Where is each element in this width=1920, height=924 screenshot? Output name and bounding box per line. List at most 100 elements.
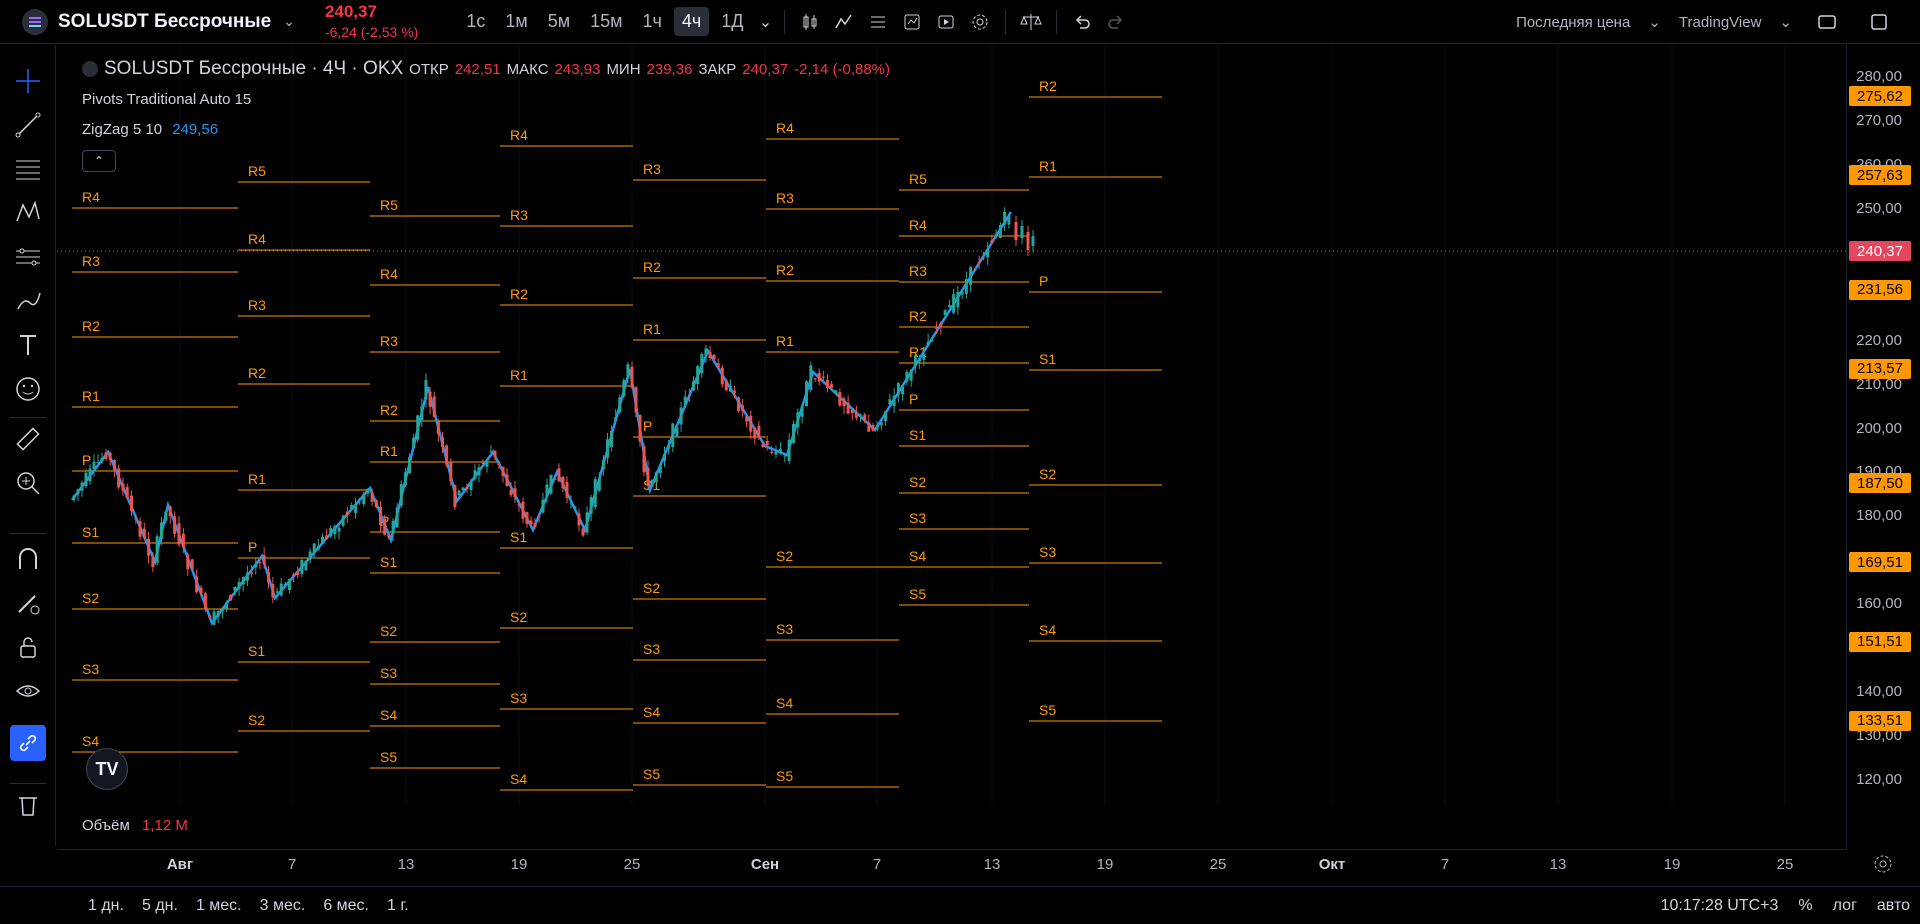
interval-5m[interactable]: 5м xyxy=(540,7,578,36)
interval-1d[interactable]: 1Д xyxy=(713,7,751,36)
candle-body xyxy=(939,323,943,328)
interval-1s[interactable]: 1с xyxy=(458,7,493,36)
price-axis[interactable]: 280,00270,00260,00250,00220,00210,00200,… xyxy=(1846,45,1920,850)
close-label: ЗАКР xyxy=(698,60,737,78)
pattern-icon[interactable] xyxy=(14,199,42,227)
range-3m[interactable]: 3 мес. xyxy=(260,897,306,915)
divider xyxy=(10,533,46,534)
scales-icon[interactable] xyxy=(1014,5,1048,39)
crosshair-icon[interactable] xyxy=(14,67,42,95)
brush-icon[interactable] xyxy=(14,287,42,315)
candle-body xyxy=(325,535,329,540)
price-chart[interactable]: R4 R3 R2 R1 P S1 S2 S3 S4 R5 R4 R3 R2 R1 P S1 S2 R5 R4 R3 R2… xyxy=(57,45,1846,805)
magnet-icon[interactable] xyxy=(14,545,42,573)
candle-body xyxy=(203,593,207,610)
candle-body xyxy=(720,367,724,385)
clock[interactable]: 10:17:28 UTC+3 xyxy=(1661,897,1779,915)
volume-label: Объём xyxy=(82,817,130,834)
pivot-label: R1 xyxy=(643,321,661,337)
time-tick: 25 xyxy=(623,856,641,873)
interval-15m[interactable]: 15м xyxy=(582,7,630,36)
alert-icon[interactable] xyxy=(895,5,929,39)
range-1m[interactable]: 1 мес. xyxy=(196,897,242,915)
candle-body xyxy=(817,372,821,382)
interval-1h[interactable]: 1ч xyxy=(635,7,670,36)
replay-icon[interactable] xyxy=(929,5,963,39)
pivot-label: R3 xyxy=(776,190,794,206)
zoom-in-icon[interactable] xyxy=(14,469,42,497)
undo-icon[interactable] xyxy=(1065,5,1099,39)
ruler-icon[interactable] xyxy=(14,425,42,453)
emoji-icon[interactable] xyxy=(14,375,42,403)
axis-settings-icon[interactable] xyxy=(1872,853,1894,875)
candle-body xyxy=(892,395,896,407)
percent-toggle[interactable]: % xyxy=(1798,897,1812,915)
gear-icon[interactable] xyxy=(963,5,997,39)
text-icon[interactable] xyxy=(14,331,42,359)
time-axis[interactable]: Авг 7 13 19 25 Сен 7 13 19 25 Окт 7 13 19 25 xyxy=(57,849,1846,879)
candle-body xyxy=(181,533,185,548)
range-5d[interactable]: 5 дн. xyxy=(142,897,178,915)
range-1y[interactable]: 1 г. xyxy=(387,897,409,915)
indicators-icon[interactable] xyxy=(827,5,861,39)
candle-body xyxy=(863,414,867,421)
projection-icon[interactable] xyxy=(14,243,42,271)
lock-icon[interactable] xyxy=(14,633,42,661)
pivots-indicator-label[interactable]: Pivots Traditional Auto 15 xyxy=(82,91,251,108)
interval-4h[interactable]: 4ч xyxy=(673,7,710,36)
high-label: МАКС xyxy=(506,60,549,78)
range-6m[interactable]: 6 мес. xyxy=(323,897,369,915)
pencil-lock-icon[interactable] xyxy=(14,589,42,617)
eye-icon[interactable] xyxy=(14,677,42,705)
candle-body xyxy=(493,450,497,457)
time-tick: Сен xyxy=(750,856,780,873)
time-tick: 19 xyxy=(1096,856,1114,873)
candle-body xyxy=(545,484,549,496)
range-1d[interactable]: 1 дн. xyxy=(88,897,124,915)
chevron-down-icon[interactable]: ⌄ xyxy=(1648,13,1661,31)
fib-icon[interactable] xyxy=(14,155,42,183)
candle-body xyxy=(254,564,258,568)
candle-body xyxy=(130,495,133,511)
chevron-down-icon[interactable]: ⌄ xyxy=(283,13,295,30)
time-tick: 7 xyxy=(1440,856,1450,873)
candles-icon[interactable] xyxy=(793,5,827,39)
fullscreen-icon[interactable] xyxy=(1810,5,1844,39)
auto-toggle[interactable]: авто xyxy=(1877,897,1910,915)
snapshot-icon[interactable] xyxy=(1862,5,1896,39)
trash-icon[interactable] xyxy=(14,791,42,819)
candle-body xyxy=(186,554,190,570)
interval-1m[interactable]: 1м xyxy=(497,7,535,36)
candle-body xyxy=(626,364,630,379)
candle-body xyxy=(990,240,994,243)
candle-body xyxy=(994,233,998,235)
templates-icon[interactable] xyxy=(861,5,895,39)
candle-body xyxy=(195,576,199,593)
symbol-logo-icon[interactable] xyxy=(22,8,48,35)
candle-body xyxy=(408,457,411,474)
candle-body xyxy=(229,594,233,601)
link-icon[interactable] xyxy=(10,725,46,761)
zigzag-indicator[interactable]: ZigZag 5 10 249,56 xyxy=(82,121,218,138)
pivot-label: S3 xyxy=(510,690,527,706)
candle-body xyxy=(1003,211,1007,225)
redo-icon[interactable] xyxy=(1099,5,1133,39)
tradingview-logo[interactable]: TV xyxy=(86,748,128,790)
candle-body xyxy=(379,507,382,526)
collapse-legend-button[interactable]: ⌃ xyxy=(82,150,116,172)
brand-select[interactable]: TradingView xyxy=(1679,14,1762,31)
chevron-down-icon[interactable]: ⌄ xyxy=(756,5,776,39)
trend-line-icon[interactable] xyxy=(14,111,42,139)
pivot-label: R4 xyxy=(909,217,927,233)
log-toggle[interactable]: лог xyxy=(1833,897,1857,915)
candle-body xyxy=(275,591,279,593)
price-tick: 180,00 xyxy=(1856,507,1902,525)
symbol-name[interactable]: SOLUSDT Бессрочные xyxy=(58,11,271,33)
chevron-down-icon[interactable]: ⌄ xyxy=(1779,13,1792,31)
candle-body xyxy=(374,499,378,508)
candle-body xyxy=(634,387,638,413)
candle-body xyxy=(383,518,387,535)
candle-body xyxy=(420,406,424,421)
pivot-label: S4 xyxy=(776,695,793,711)
price-type-select[interactable]: Последняя цена xyxy=(1516,14,1630,31)
